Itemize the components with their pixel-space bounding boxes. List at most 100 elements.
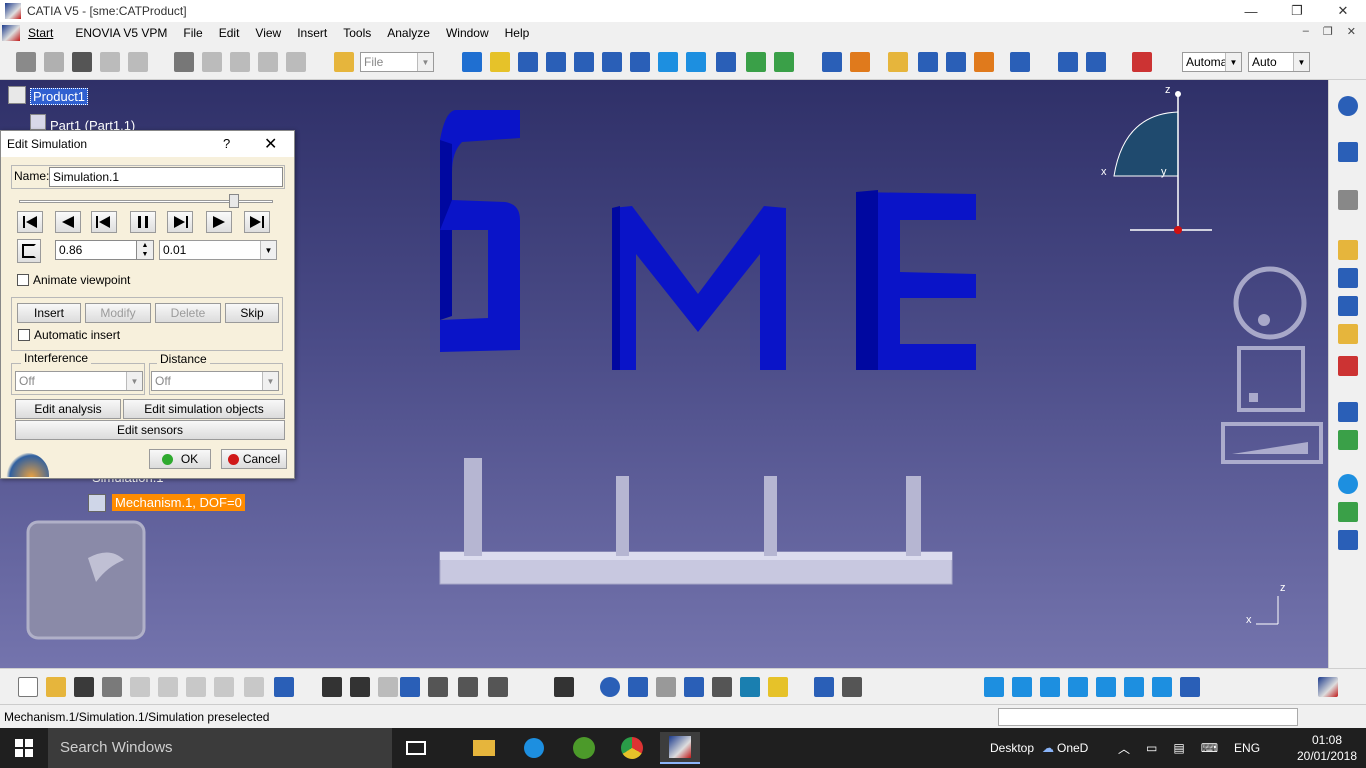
desktop-toolbar-label[interactable]: Desktop <box>990 741 1034 755</box>
table-icon[interactable] <box>400 677 420 697</box>
bottom-tool-icon-21[interactable] <box>656 677 676 697</box>
workbench-icon[interactable] <box>1338 96 1358 116</box>
right-tool-icon-5[interactable] <box>1338 268 1358 288</box>
compass-widget[interactable] <box>1113 91 1212 234</box>
right-tool-icon-8[interactable] <box>1338 356 1358 376</box>
automatic-insert-checkbox[interactable] <box>18 329 30 341</box>
right-tool-icon-12[interactable] <box>1338 502 1358 522</box>
jump-to-start-button[interactable] <box>17 211 43 233</box>
save-icon[interactable] <box>74 677 94 697</box>
file-combo[interactable]: File ▼ <box>360 52 434 72</box>
bottom-tool-icon-17[interactable] <box>488 677 508 697</box>
play-forward-button[interactable] <box>206 211 232 233</box>
view-back-icon[interactable] <box>1012 677 1032 697</box>
command-input[interactable] <box>998 708 1298 726</box>
dmu-icon-10[interactable] <box>1132 52 1152 72</box>
action-center-icon[interactable]: ▤ <box>1173 741 1184 755</box>
chrome-browser-icon[interactable] <box>612 732 652 764</box>
chevron-up-icon[interactable]: ︿ <box>1118 740 1130 757</box>
step-back-button[interactable] <box>55 211 81 233</box>
pan-icon[interactable] <box>518 52 538 72</box>
step-increment-combo[interactable]: 0.01 ▼ <box>159 240 277 260</box>
windows-start-button[interactable] <box>0 728 48 768</box>
menu-edit[interactable]: Edit <box>211 26 248 40</box>
bottom-tool-icon-26[interactable] <box>814 677 834 697</box>
dmu-icon-3[interactable] <box>888 52 908 72</box>
letter-e-model[interactable] <box>856 190 976 370</box>
right-tool-icon-11[interactable] <box>1338 474 1358 494</box>
tool-icon-2[interactable] <box>44 52 64 72</box>
dmu-icon-9[interactable] <box>1086 52 1106 72</box>
edit-sensors-button[interactable]: Edit sensors <box>15 420 285 440</box>
view-top-icon[interactable] <box>1096 677 1116 697</box>
letter-m-model[interactable] <box>612 206 786 370</box>
bottom-tool-icon-24[interactable] <box>740 677 760 697</box>
select-arrow-icon[interactable] <box>1338 142 1358 162</box>
menu-view[interactable]: View <box>247 26 289 40</box>
hide-show-icon[interactable] <box>746 52 766 72</box>
file-explorer-icon[interactable] <box>464 732 504 764</box>
utorrent-icon[interactable] <box>564 732 604 764</box>
right-tool-icon-13[interactable] <box>1338 530 1358 550</box>
menu-start[interactable]: Start <box>22 26 61 40</box>
tool-icon-9[interactable] <box>258 52 278 72</box>
whats-this-icon[interactable] <box>274 677 294 697</box>
bottom-tool-icon-20[interactable] <box>628 677 648 697</box>
menu-window[interactable]: Window <box>438 26 497 40</box>
animate-viewpoint-checkbox[interactable] <box>17 274 29 286</box>
right-tool-icon-10[interactable] <box>1338 430 1358 450</box>
view-named-icon[interactable] <box>1180 677 1200 697</box>
auto-combo[interactable]: Auto ▼ <box>1248 52 1310 72</box>
cut-icon[interactable] <box>130 677 150 697</box>
onedrive-label[interactable]: OneD <box>1057 741 1088 755</box>
print-icon[interactable] <box>102 677 122 697</box>
view-front-icon[interactable] <box>984 677 1004 697</box>
insert-button[interactable]: Insert <box>17 303 81 323</box>
tool-icon-8[interactable] <box>230 52 250 72</box>
formula-icon[interactable] <box>322 677 342 697</box>
right-tool-icon-6[interactable] <box>1338 296 1358 316</box>
right-tool-icon-4[interactable] <box>1338 240 1358 260</box>
close-window-button[interactable]: ✕ <box>1320 0 1366 22</box>
edit-analysis-button[interactable]: Edit analysis <box>15 399 121 419</box>
view-right-icon[interactable] <box>1068 677 1088 697</box>
ok-button[interactable]: OK <box>149 449 211 469</box>
bottom-tool-icon-16[interactable] <box>458 677 478 697</box>
dmu-icon-7[interactable] <box>1010 52 1030 72</box>
multi-view-icon[interactable] <box>658 52 678 72</box>
tool-icon-10[interactable] <box>286 52 306 72</box>
mdi-restore-button[interactable]: ❐ <box>1323 25 1333 38</box>
clock[interactable]: 01:08 20/01/2018 <box>1292 732 1362 764</box>
help-button[interactable]: ? <box>223 136 230 151</box>
dmu-icon-1[interactable] <box>822 52 842 72</box>
paste-icon[interactable] <box>186 677 206 697</box>
minimize-button[interactable]: — <box>1228 0 1274 22</box>
bottom-tool-icon-13[interactable] <box>378 677 398 697</box>
menu-tools[interactable]: Tools <box>335 26 379 40</box>
pause-button[interactable] <box>130 211 156 233</box>
battery-icon[interactable]: ▭ <box>1146 741 1157 755</box>
onedrive-icon[interactable]: ☁ <box>1042 741 1054 755</box>
base-plate-model[interactable] <box>439 458 953 585</box>
copy-icon[interactable] <box>158 677 178 697</box>
maximize-button[interactable]: ❐ <box>1274 0 1320 22</box>
bottom-tool-icon-25[interactable] <box>768 677 788 697</box>
iso-view-icon[interactable] <box>686 52 706 72</box>
right-tool-icon-3[interactable] <box>1338 190 1358 210</box>
step-value-input[interactable] <box>55 240 137 260</box>
dmu-icon-4[interactable] <box>918 52 938 72</box>
tool-icon-4[interactable] <box>100 52 120 72</box>
dialog-title-bar[interactable]: Edit Simulation ? ✕ <box>1 131 294 157</box>
normal-view-icon[interactable] <box>630 52 650 72</box>
tool-icon-7[interactable] <box>202 52 222 72</box>
view-bottom-icon[interactable] <box>1124 677 1144 697</box>
step-spinner[interactable]: ▲ ▼ <box>136 240 154 260</box>
skip-button[interactable]: Skip <box>225 303 279 323</box>
undo-icon[interactable] <box>214 677 234 697</box>
view-iso-icon[interactable] <box>1152 677 1172 697</box>
redo-icon[interactable] <box>244 677 264 697</box>
keyboard-icon[interactable]: ⌨ <box>1201 741 1218 755</box>
dmu-icon-8[interactable] <box>1058 52 1078 72</box>
tool-icon-3[interactable] <box>72 52 92 72</box>
tree-item-product1[interactable]: Product1 <box>30 88 89 105</box>
